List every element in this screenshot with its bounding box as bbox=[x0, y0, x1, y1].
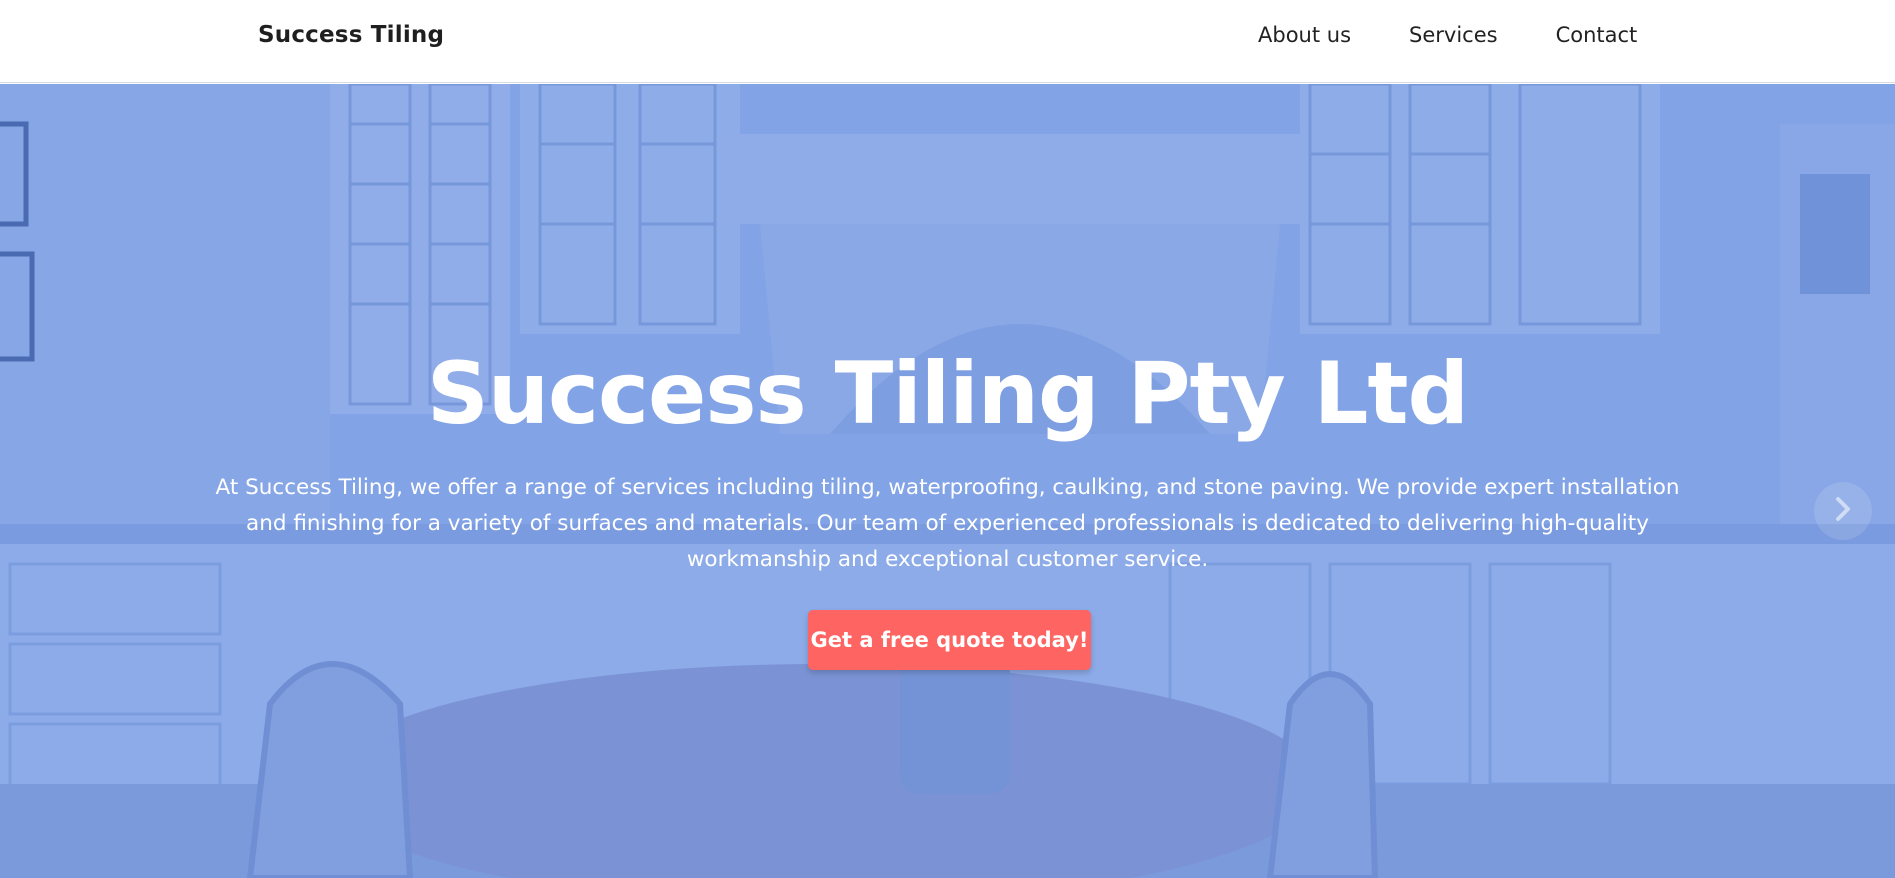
nav-link-about-us[interactable]: About us bbox=[1258, 23, 1351, 47]
top-navbar: Success Tiling About us Services Contact bbox=[0, 0, 1895, 83]
nav-link-contact[interactable]: Contact bbox=[1556, 23, 1638, 47]
get-free-quote-button[interactable]: Get a free quote today! bbox=[808, 610, 1091, 670]
hero-description: At Success Tiling, we offer a range of s… bbox=[215, 475, 1680, 572]
nav-link-services[interactable]: Services bbox=[1409, 23, 1498, 47]
hero-title: Success Tiling Pty Ltd bbox=[426, 344, 1469, 444]
hero-section: Success Tiling Pty Ltd At Success Tiling… bbox=[0, 84, 1895, 878]
main-nav: About us Services Contact bbox=[1258, 23, 1637, 47]
chevron-right-icon bbox=[1832, 495, 1854, 527]
brand-logo-link[interactable]: Success Tiling bbox=[258, 22, 444, 48]
carousel-next-button[interactable] bbox=[1814, 482, 1872, 540]
